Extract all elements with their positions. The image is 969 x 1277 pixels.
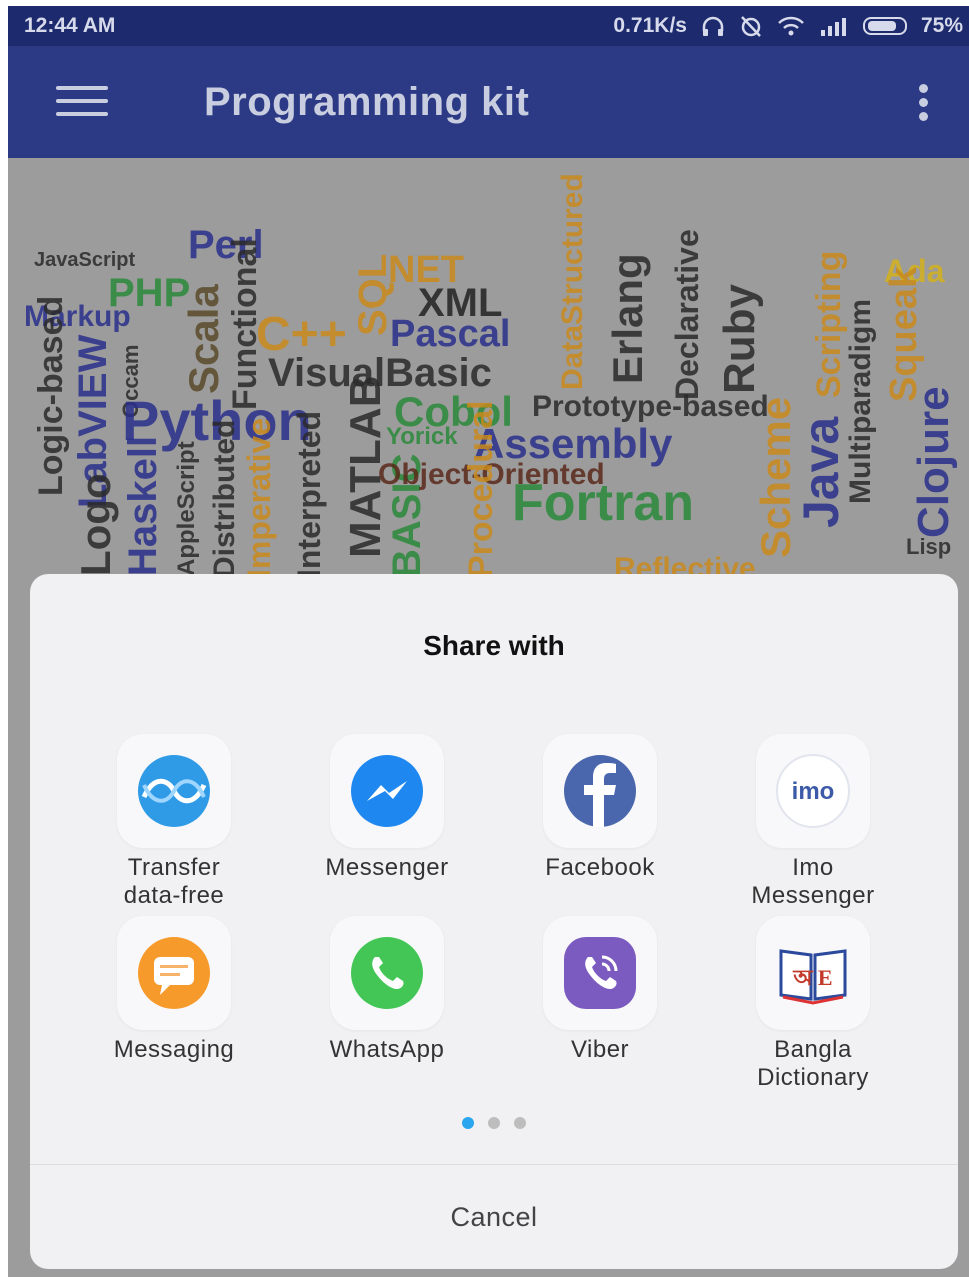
page-dot <box>488 1117 500 1129</box>
cancel-button[interactable]: Cancel <box>30 1165 958 1269</box>
word-cloud-word: Clojure <box>909 386 958 538</box>
imo-icon: imo <box>776 754 850 828</box>
word-cloud-word: Yorick <box>386 423 458 450</box>
share-target-messenger[interactable]: Messenger <box>287 734 487 882</box>
word-cloud-word: Haskell <box>121 436 165 576</box>
facebook-icon <box>564 755 636 827</box>
word-cloud-word: Java <box>793 416 849 528</box>
language-word-cloud: JavaScript PerlPHPNETXMLMarkup Scala Functi… <box>24 173 958 585</box>
app-label: Facebook <box>545 854 655 881</box>
word-cloud-word: Logo <box>72 473 119 576</box>
app-label: Messaging <box>113 1036 235 1063</box>
share-target-transfer[interactable]: Transfer data-free <box>74 734 274 910</box>
alarm-off-icon <box>741 16 761 37</box>
word-cloud-word: Ruby <box>715 283 764 394</box>
app-label: Messenger <box>325 854 449 881</box>
status-bar: 12:44 AM 0.71K/s 75% <box>8 6 969 46</box>
word-cloud-word: Fortran <box>512 474 694 532</box>
word-cloud-word: Erlang <box>604 253 651 384</box>
app-label: Bangla Dictionary <box>757 1036 869 1091</box>
word-cloud-word: Declarative <box>669 229 705 400</box>
app-label: Imo Messenger <box>751 854 875 909</box>
menu-icon[interactable] <box>56 86 108 118</box>
signal-icon <box>820 18 846 36</box>
transfer-icon <box>138 755 210 827</box>
svg-text:অ E: অ E <box>792 965 832 990</box>
app-label: WhatsApp <box>329 1036 445 1063</box>
status-time: 12:44 AM <box>24 14 116 37</box>
battery-level: 75% <box>920 14 963 37</box>
word-cloud-word: Prototype-based <box>532 390 769 423</box>
network-speed: 0.71K/s <box>613 14 687 37</box>
bangla-dictionary-icon: অ E <box>779 949 847 1005</box>
share-target-imo[interactable]: imo Imo Messenger <box>713 734 913 910</box>
word-cloud-word: Logic-based <box>32 296 70 496</box>
headphones-icon <box>702 16 724 36</box>
svg-text:imo: imo <box>792 778 835 805</box>
word-cloud-word: AppleScript <box>173 441 200 576</box>
status-icons: 0.71K/s 75% <box>613 14 963 38</box>
page-indicator <box>30 1117 958 1129</box>
word-cloud-word: Lisp <box>906 534 951 559</box>
page-dot <box>462 1117 474 1129</box>
page-dot <box>514 1117 526 1129</box>
word-cloud-word: Scheme <box>752 397 799 558</box>
messenger-icon <box>351 755 423 827</box>
word-cloud-word: Distributed <box>208 420 241 578</box>
word-cloud-word: SQL <box>351 254 395 336</box>
app-bar: Programming kit <box>8 46 969 158</box>
word-cloud-word: Scala <box>180 284 227 394</box>
wifi-icon <box>778 16 804 36</box>
app-title: Programming kit <box>204 80 530 124</box>
messaging-icon <box>138 937 210 1009</box>
word-cloud-word: Pascal <box>390 313 510 355</box>
word-cloud-word: Procedural <box>462 400 500 578</box>
word-cloud-word: Imperative <box>241 418 277 578</box>
more-options-icon[interactable] <box>919 84 929 126</box>
app-label: Transfer data-free <box>123 854 225 909</box>
share-target-facebook[interactable]: Facebook <box>500 734 700 882</box>
share-target-viber[interactable]: Viber <box>500 916 700 1064</box>
viber-icon <box>564 937 636 1009</box>
share-sheet: Share with Transfer data-free Messenger <box>30 574 958 1269</box>
word-cloud-word: Scripting <box>810 251 848 398</box>
share-target-messaging[interactable]: Messaging <box>74 916 274 1064</box>
word-cloud-word: JavaScript <box>34 249 136 271</box>
app-label: Viber <box>570 1036 630 1063</box>
word-cloud-word: DataStructured <box>556 173 589 390</box>
battery-icon <box>862 17 907 35</box>
share-target-bangla-dictionary[interactable]: অ E Bangla Dictionary <box>713 916 913 1092</box>
share-target-whatsapp[interactable]: WhatsApp <box>287 916 487 1064</box>
word-cloud-word: Interpreted <box>291 411 327 578</box>
screen: 12:44 AM 0.71K/s 75% Programming kit Jav… <box>8 6 969 1277</box>
word-cloud-word: Squeak <box>883 266 925 402</box>
share-sheet-title: Share with <box>423 630 565 661</box>
whatsapp-icon <box>351 937 423 1009</box>
